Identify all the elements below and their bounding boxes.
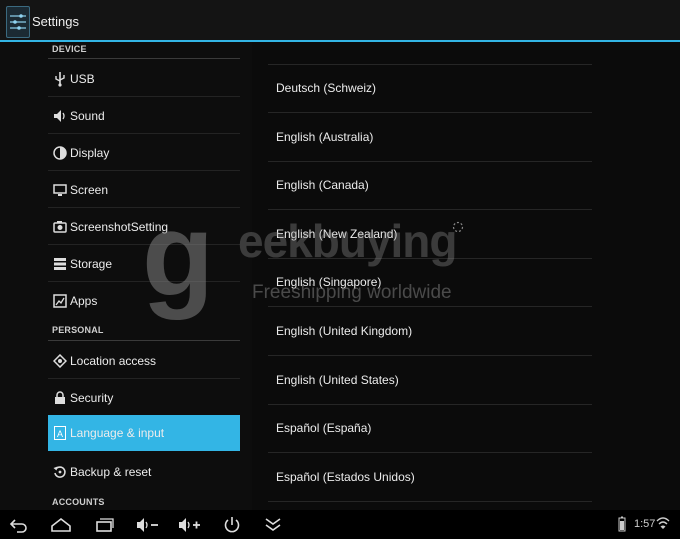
collapse-button[interactable]	[259, 513, 287, 537]
power-icon	[224, 517, 240, 533]
sidebar-item-label: Location access	[70, 354, 157, 368]
section-header-accounts: ACCOUNTS	[52, 497, 105, 507]
lock-icon	[52, 390, 68, 406]
sidebar-item-security[interactable]: Security	[48, 380, 240, 416]
sidebar-item-label: Screen	[70, 183, 109, 197]
settings-sidebar[interactable]: DEVICE USB Sound Display Screen Screensh…	[0, 42, 252, 510]
language-label: Español (Estados Unidos)	[276, 470, 415, 484]
section-header-device: DEVICE	[52, 44, 87, 54]
sidebar-item-backup-reset[interactable]: Backup & reset	[48, 454, 240, 490]
back-button[interactable]	[5, 513, 33, 537]
home-button[interactable]	[47, 513, 75, 537]
recent-apps-icon	[96, 518, 114, 532]
sound-icon	[52, 108, 68, 124]
language-label: English (Australia)	[276, 130, 374, 144]
storage-icon	[52, 256, 68, 272]
location-icon	[52, 353, 68, 369]
watermark-logo: g	[142, 189, 215, 321]
page-title: Settings	[32, 14, 79, 29]
language-label: English (Canada)	[276, 178, 369, 192]
display-icon	[52, 145, 68, 161]
battery-icon	[618, 516, 626, 532]
sidebar-item-label: Security	[70, 391, 114, 405]
sidebar-item-location-access[interactable]: Location access	[48, 343, 240, 379]
status-clock: 1:57	[634, 518, 656, 530]
watermark-brand: eekbuying	[238, 215, 458, 267]
language-list[interactable]: Deutsch (Schweiz) English (Australia) En…	[252, 42, 680, 510]
language-item-english-united-states[interactable]: English (United States)	[268, 357, 592, 405]
apps-icon	[52, 293, 68, 309]
section-divider	[48, 340, 240, 341]
language-label: English (United Kingdom)	[276, 324, 413, 338]
sidebar-item-label: Storage	[70, 257, 113, 271]
back-icon	[9, 519, 27, 533]
language-icon: A	[52, 425, 68, 441]
language-item-deutsch-schweiz[interactable]: Deutsch (Schweiz)	[268, 65, 592, 113]
sidebar-item-label: USB	[70, 72, 95, 86]
power-button[interactable]	[218, 513, 246, 537]
sidebar-item-usb[interactable]: USB	[48, 61, 240, 97]
language-item-english-united-kingdom[interactable]: English (United Kingdom)	[268, 308, 592, 356]
volume-down-button[interactable]	[134, 513, 162, 537]
sidebar-item-sound[interactable]: Sound	[48, 98, 240, 134]
language-item-english-australia[interactable]: English (Australia)	[268, 114, 592, 162]
language-label: Deutsch (Schweiz)	[276, 81, 377, 95]
sidebar-item-label: Apps	[70, 294, 98, 308]
section-divider	[48, 58, 240, 59]
sidebar-item-label: Display	[70, 146, 110, 160]
screen-icon	[52, 182, 68, 198]
wifi-icon	[656, 517, 670, 529]
svg-text:A: A	[57, 429, 63, 439]
language-item-espanol-espana[interactable]: Español (España)	[268, 405, 592, 453]
section-header-personal: PERSONAL	[52, 325, 104, 335]
volume-up-button[interactable]	[176, 513, 204, 537]
language-item-english-canada[interactable]: English (Canada)	[268, 162, 592, 210]
volume-down-icon	[137, 518, 158, 532]
recent-apps-button[interactable]	[91, 513, 119, 537]
sidebar-item-label: Sound	[70, 109, 105, 123]
language-item-espanol-estados-unidos[interactable]: Español (Estados Unidos)	[268, 454, 592, 502]
home-icon	[51, 517, 71, 532]
sidebar-item-label: Backup & reset	[70, 465, 152, 479]
settings-app-icon[interactable]	[6, 6, 30, 38]
collapse-icon	[265, 518, 281, 531]
backup-icon	[52, 464, 68, 480]
volume-up-icon	[179, 518, 200, 532]
sidebar-item-language-input[interactable]: A Language & input	[48, 415, 240, 451]
sidebar-item-display[interactable]: Display	[48, 135, 240, 171]
usb-icon	[52, 71, 68, 87]
language-label: English (United States)	[276, 373, 399, 387]
list-item	[268, 17, 592, 65]
screenshot-icon	[52, 219, 68, 235]
watermark-tagline: Freeshipping worldwide	[252, 282, 452, 303]
system-navigation-bar: 1:57	[0, 510, 680, 539]
sidebar-item-label: Language & input	[70, 426, 165, 440]
language-label: Español (España)	[276, 421, 372, 435]
